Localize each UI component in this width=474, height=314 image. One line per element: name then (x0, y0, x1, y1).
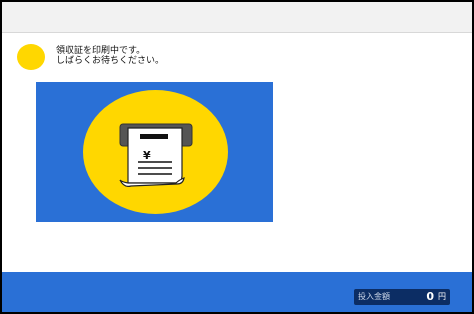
status-message: 領収証を印刷中です。 しばらくお待ちください。 (56, 46, 164, 66)
status-message-line1: 領収証を印刷中です。 (56, 46, 146, 56)
status-message-line2: しばらくお待ちください。 (56, 56, 165, 66)
inserted-amount-display: 投入金額 0 円 (354, 289, 450, 305)
printing-illustration-panel: ¥ (36, 82, 273, 222)
receipt-printer-icon: ¥ (119, 123, 193, 187)
status-indicator-icon (17, 44, 45, 70)
yen-symbol: ¥ (143, 149, 151, 162)
inserted-amount-value: 0 (426, 290, 434, 303)
kiosk-screen: 領収証を印刷中です。 しばらくお待ちください。 ¥ 投入金額 0 円 (0, 0, 474, 314)
inserted-amount-label: 投入金額 (358, 292, 390, 301)
bottom-bar: 投入金額 0 円 (2, 272, 472, 312)
receipt-header-bar (140, 134, 168, 139)
inserted-amount-unit: 円 (438, 292, 446, 301)
top-bar (2, 2, 472, 33)
